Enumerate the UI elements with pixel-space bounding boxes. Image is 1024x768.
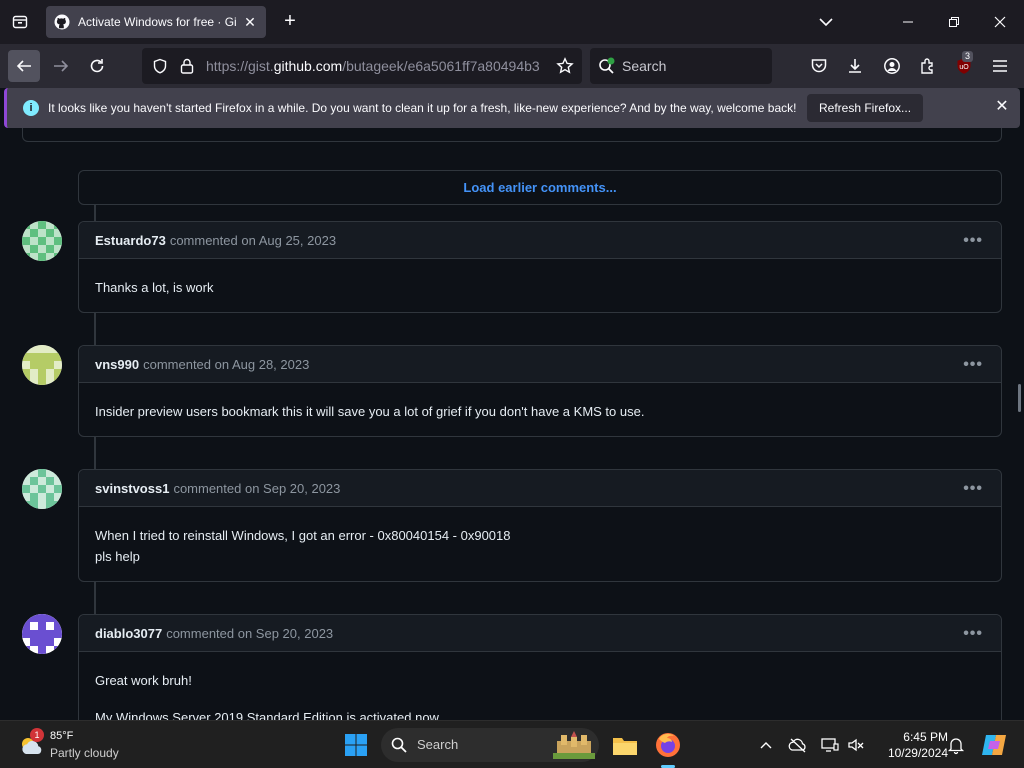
- account-icon[interactable]: [879, 54, 905, 78]
- taskbar-search-label: Search: [417, 737, 459, 752]
- avatar[interactable]: [22, 469, 62, 509]
- more-options-icon[interactable]: •••: [963, 625, 983, 643]
- comment-box: diablo3077 commented on Sep 20, 2023 •••…: [78, 614, 1002, 720]
- comment-author[interactable]: svinstvoss1: [95, 481, 169, 496]
- comment-body: Insider preview users bookmark this it w…: [95, 404, 645, 419]
- address-bar[interactable]: https://gist.github.com/butageek/e6a5061…: [142, 48, 582, 84]
- forward-arrow-icon[interactable]: [48, 54, 74, 78]
- comment-box: svinstvoss1 commented on Sep 20, 2023 ••…: [78, 469, 1002, 582]
- load-earlier-comments-button[interactable]: Load earlier comments...: [78, 170, 1002, 205]
- new-tab-button[interactable]: +: [280, 11, 300, 32]
- volume-muted-icon[interactable]: [846, 735, 866, 755]
- comment-date[interactable]: commented on Aug 28, 2023: [143, 357, 309, 372]
- comment-box: vns990 commented on Aug 28, 2023 ••• Ins…: [78, 345, 1002, 437]
- clock-time: 6:45 PM: [903, 730, 948, 744]
- page-content: Load earlier comments... Estuardo73 comm…: [0, 128, 1024, 720]
- pocket-icon[interactable]: [806, 54, 832, 78]
- system-clock[interactable]: 6:45 PM 10/29/2024: [872, 729, 948, 761]
- avatar[interactable]: [22, 221, 62, 261]
- search-bar[interactable]: Search: [590, 48, 772, 84]
- comment-date[interactable]: commented on Sep 20, 2023: [173, 481, 340, 496]
- weather-widget[interactable]: 1 85°F Partly cloudy: [18, 728, 138, 762]
- github-icon: [54, 14, 70, 30]
- back-arrow-icon[interactable]: [8, 50, 40, 82]
- timeline-line: [94, 582, 96, 614]
- firefox-icon[interactable]: [654, 731, 682, 759]
- weather-alert-badge: 1: [30, 728, 44, 742]
- lock-icon[interactable]: [180, 58, 194, 74]
- search-icon: [391, 737, 407, 753]
- restore-icon[interactable]: [942, 10, 966, 34]
- extensions-puzzle-icon[interactable]: [915, 54, 941, 78]
- notifications-bell-icon[interactable]: [946, 735, 966, 755]
- refresh-firefox-notification: i It looks like you haven't started Fire…: [4, 88, 1020, 128]
- weather-temperature: 85°F: [50, 730, 74, 742]
- search-engine-icon: [599, 57, 615, 74]
- show-hidden-icons-chevron-icon[interactable]: [756, 735, 776, 755]
- shield-icon[interactable]: [152, 58, 168, 74]
- navigation-bar: https://gist.github.com/butageek/e6a5061…: [0, 44, 1024, 88]
- copilot-icon[interactable]: [980, 731, 1008, 759]
- comment-date[interactable]: commented on Sep 20, 2023: [166, 626, 333, 641]
- tab-title: Activate Windows for free · GitHub: [78, 15, 236, 29]
- extension-badge-count: 3: [962, 51, 974, 62]
- firefox-view-button[interactable]: [8, 10, 32, 34]
- comment-body: Thanks a lot, is work: [95, 280, 214, 295]
- comment-header: svinstvoss1 commented on Sep 20, 2023 ••…: [79, 470, 1001, 507]
- close-window-icon[interactable]: [988, 10, 1012, 34]
- windows-start-icon[interactable]: [344, 733, 368, 757]
- comment-body: Great work bruh! My Windows Server 2019 …: [95, 673, 442, 720]
- timeline-line: [94, 313, 96, 345]
- reload-icon[interactable]: [84, 54, 110, 78]
- onedrive-offline-icon[interactable]: [788, 735, 808, 755]
- windows-taskbar: 1 85°F Partly cloudy Search 6:45 PM 10/2…: [0, 720, 1024, 768]
- comment-box: Estuardo73 commented on Aug 25, 2023 •••…: [78, 221, 1002, 313]
- scrollbar-thumb[interactable]: [1018, 384, 1021, 412]
- timeline-line: [94, 437, 96, 469]
- dismiss-notification-icon[interactable]: ✕: [993, 98, 1011, 116]
- search-placeholder: Search: [622, 58, 667, 74]
- downloads-icon[interactable]: [842, 54, 868, 78]
- close-tab-icon[interactable]: ✕: [242, 14, 258, 30]
- search-highlight-castle-icon: [553, 731, 595, 759]
- bookmark-star-icon[interactable]: [556, 57, 574, 75]
- active-tab[interactable]: Activate Windows for free · GitHub ✕: [46, 6, 266, 38]
- comment-header: Estuardo73 commented on Aug 25, 2023 •••: [79, 222, 1001, 259]
- svg-text:uO: uO: [959, 64, 969, 71]
- comment-header: diablo3077 commented on Sep 20, 2023 •••: [79, 615, 1001, 652]
- refresh-firefox-button[interactable]: Refresh Firefox...: [807, 94, 924, 122]
- url-text[interactable]: https://gist.github.com/butageek/e6a5061…: [206, 58, 546, 74]
- comment-date[interactable]: commented on Aug 25, 2023: [170, 233, 336, 248]
- weather-condition: Partly cloudy: [50, 746, 119, 760]
- more-options-icon[interactable]: •••: [963, 480, 983, 498]
- notification-message: It looks like you haven't started Firefo…: [48, 101, 797, 115]
- hamburger-menu-icon[interactable]: [987, 54, 1013, 78]
- comment-author[interactable]: vns990: [95, 357, 139, 372]
- more-options-icon[interactable]: •••: [963, 356, 983, 374]
- tab-bar: Activate Windows for free · GitHub ✕ +: [0, 0, 1024, 44]
- network-icon[interactable]: [820, 735, 840, 755]
- comment-header: vns990 commented on Aug 28, 2023 •••: [79, 346, 1001, 383]
- file-explorer-icon[interactable]: [611, 731, 639, 759]
- info-icon: i: [23, 100, 39, 116]
- avatar[interactable]: [22, 614, 62, 654]
- avatar[interactable]: [22, 345, 62, 385]
- comment-author[interactable]: diablo3077: [95, 626, 162, 641]
- minimize-icon[interactable]: [896, 10, 920, 34]
- list-all-tabs-chevron-icon[interactable]: [816, 12, 836, 32]
- timeline-line: [94, 205, 96, 221]
- clock-date: 10/29/2024: [887, 746, 948, 760]
- taskbar-search[interactable]: Search: [381, 728, 599, 762]
- comment-body: When I tried to reinstall Windows, I got…: [95, 528, 511, 564]
- comment-author[interactable]: Estuardo73: [95, 233, 166, 248]
- more-options-icon[interactable]: •••: [963, 232, 983, 250]
- previous-section-box: [22, 128, 1002, 142]
